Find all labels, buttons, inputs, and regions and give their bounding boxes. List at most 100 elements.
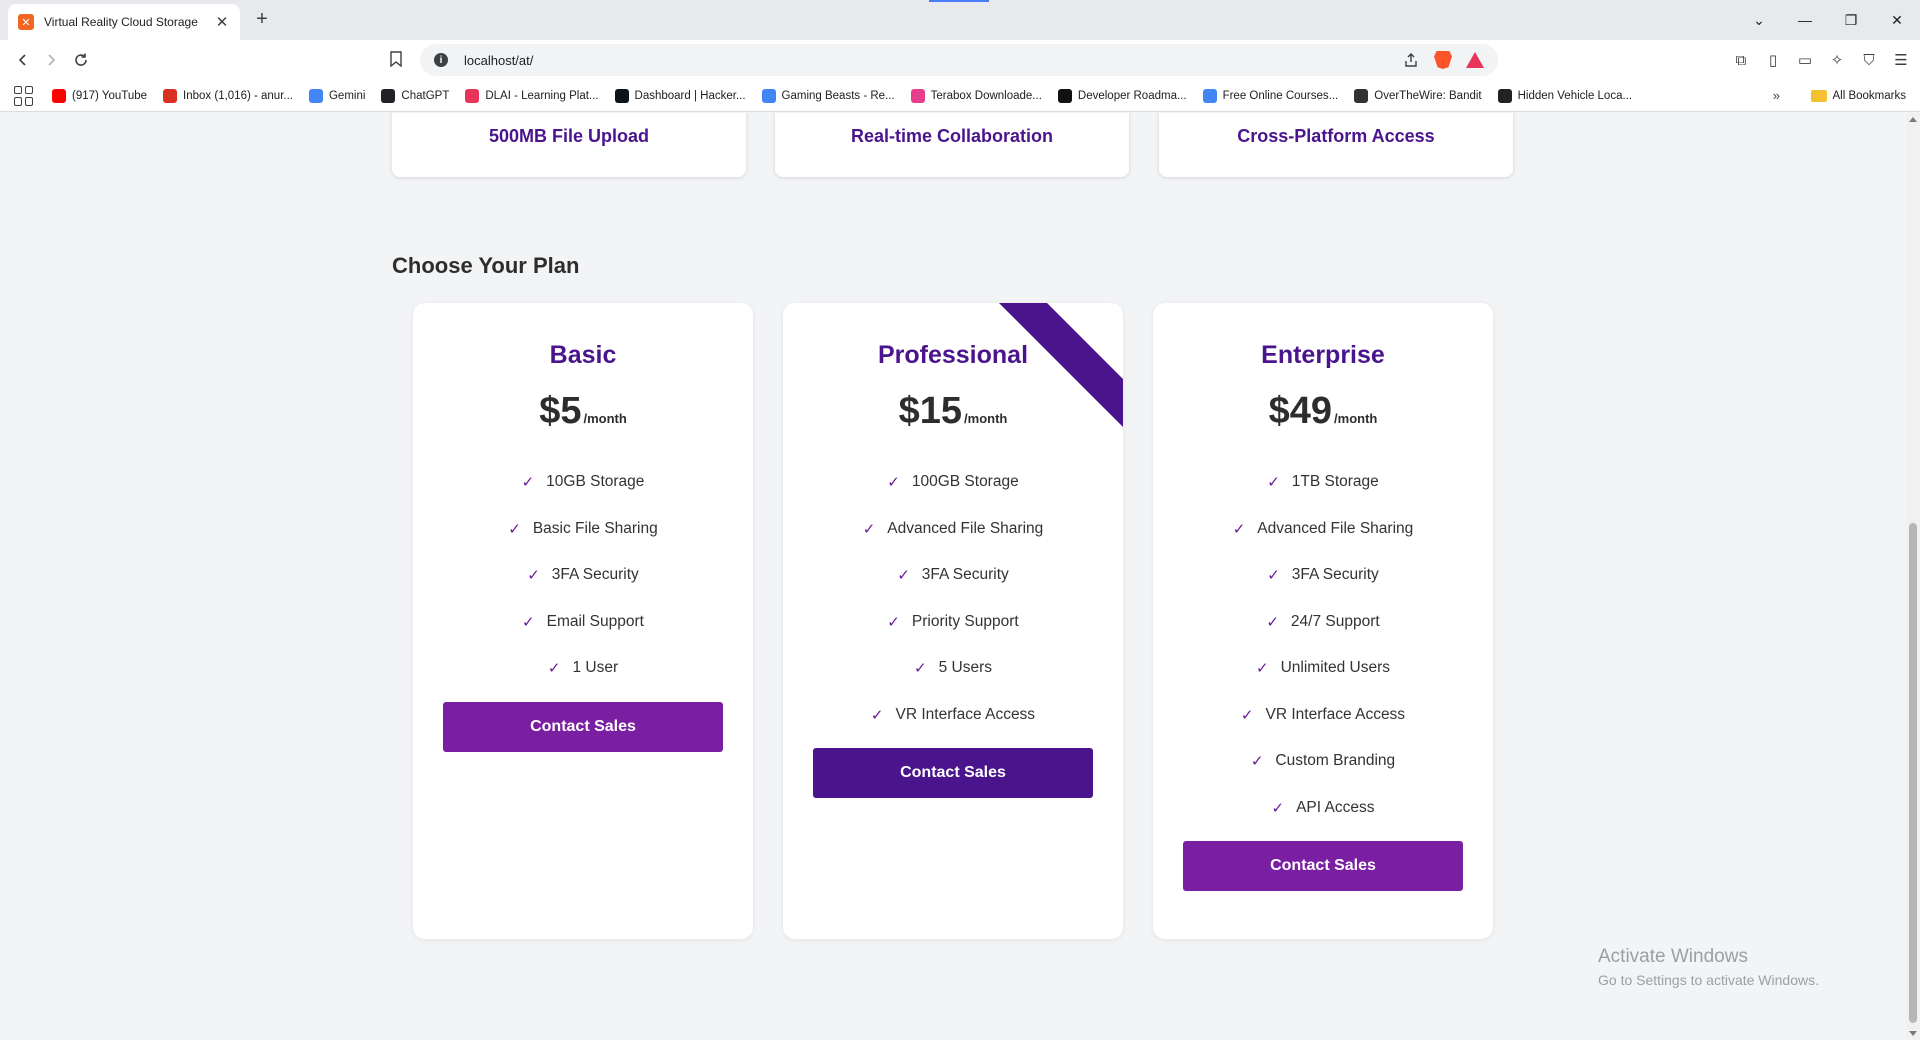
feature-card-cross-platform: Cross-Platform Access	[1159, 113, 1513, 177]
plan-feature-list: ✓ 10GB Storage ✓ Basic File Sharing ✓ 3FA Sec…	[413, 459, 753, 692]
page-scrollbar[interactable]	[1906, 113, 1920, 1040]
plan-feature-text: 24/7 Support	[1290, 612, 1380, 630]
check-icon: ✓	[522, 613, 535, 631]
bookmark-item[interactable]: ChatGPT	[381, 88, 449, 103]
contact-sales-button[interactable]: Contact Sales	[1183, 841, 1463, 891]
check-icon: ✓	[547, 660, 561, 678]
plan-feature-item: ✓ 3FA Security	[1153, 552, 1493, 599]
bookmark-list: (917) YouTube Inbox (1,016) - anur... Gemi…	[52, 88, 1648, 103]
sidebar-icon[interactable]: ▯	[1764, 51, 1782, 69]
bookmark-label: Inbox (1,016) - anur...	[183, 89, 293, 102]
bookmark-label: Free Online Courses...	[1222, 89, 1339, 102]
vpn-shield-icon[interactable]: ⛉	[1860, 51, 1878, 69]
bookmark-item[interactable]: DLAI - Learning Plat...	[465, 88, 599, 103]
plan-feature-text: 3FA Security	[1291, 566, 1379, 584]
plan-card-basic: Basic $5 /month ✓ 10GB Storage ✓ Basic File…	[413, 303, 753, 939]
site-info-icon[interactable]: i	[434, 53, 448, 67]
minimize-button[interactable]: —	[1782, 0, 1828, 40]
bookmark-item[interactable]: Hidden Vehicle Loca...	[1497, 88, 1633, 103]
brave-rewards-icon[interactable]	[1466, 52, 1484, 68]
youtube-icon	[52, 88, 66, 103]
bookmark-page-icon[interactable]	[390, 51, 402, 72]
bookmark-label: Terabox Downloade...	[930, 89, 1042, 102]
plan-feature-item: ✓ VR Interface Access	[1153, 692, 1493, 739]
extension-area: ⧉ ▯ ▭ ✧ ⛉ ☰	[1732, 40, 1910, 80]
wallet-icon[interactable]: ▭	[1796, 51, 1814, 69]
leo-ai-icon[interactable]: ✧	[1828, 51, 1846, 69]
brave-shields-icon[interactable]	[1434, 51, 1452, 69]
gmail-icon	[163, 88, 178, 103]
dlai-icon	[465, 88, 480, 103]
bookmark-item[interactable]: Gemini	[308, 88, 366, 103]
back-arrow-icon[interactable]	[8, 45, 38, 75]
tab-close-icon[interactable]: ✕	[214, 13, 230, 31]
bookmark-label: Hidden Vehicle Loca...	[1517, 89, 1633, 102]
bookmark-item[interactable]: Free Online Courses...	[1202, 88, 1339, 103]
check-icon: ✓	[1256, 660, 1269, 678]
bookmark-label: (917) YouTube	[72, 89, 148, 102]
page-viewport: 500MB File Upload Real-time Collaboratio…	[0, 113, 1906, 1040]
bookmark-label: Gemini	[328, 89, 366, 102]
check-icon: ✓	[897, 567, 910, 585]
scroll-up-arrow-icon[interactable]	[1909, 117, 1917, 122]
bookmark-label: OverTheWire: Bandit	[1374, 89, 1482, 102]
address-bar[interactable]: i localhost/at/	[420, 44, 1498, 76]
tab-search-button[interactable]: ⌄	[1736, 0, 1782, 40]
folder-icon	[1810, 90, 1827, 102]
contact-sales-button[interactable]: Contact Sales	[813, 748, 1093, 798]
plan-feature-text: 100GB Storage	[911, 473, 1019, 491]
plan-feature-item: ✓ Custom Branding	[1153, 738, 1493, 785]
close-window-button[interactable]: ✕	[1874, 0, 1920, 40]
scroll-down-arrow-icon[interactable]	[1909, 1031, 1917, 1036]
plan-name: Basic	[549, 341, 617, 369]
plan-feature-text: 1TB Storage	[1291, 473, 1379, 491]
bookmark-item[interactable]: Inbox (1,016) - anur...	[163, 88, 293, 103]
plan-feature-text: 3FA Security	[551, 566, 639, 584]
check-icon: ✓	[870, 706, 884, 724]
terabox-icon	[910, 88, 925, 103]
feature-card-collaboration: Real-time Collaboration	[775, 113, 1129, 177]
plan-feature-list: ✓ 1TB Storage ✓ Advanced File Sharing ✓ 3FA S…	[1153, 459, 1493, 831]
price-period: /month	[964, 411, 1008, 426]
scrollbar-thumb[interactable]	[1909, 523, 1917, 1023]
bookmark-item[interactable]: (917) YouTube	[52, 88, 148, 103]
menu-icon[interactable]: ☰	[1892, 51, 1910, 69]
plan-feature-text: Advanced File Sharing	[887, 519, 1044, 537]
reload-icon[interactable]	[66, 45, 96, 75]
apps-grid-icon[interactable]	[14, 85, 34, 106]
bookmark-item[interactable]: OverTheWire: Bandit	[1354, 88, 1482, 103]
check-icon: ✓	[862, 520, 876, 538]
new-tab-button[interactable]: +	[250, 8, 274, 31]
plan-feature-text: VR Interface Access	[1265, 705, 1406, 723]
plan-feature-item: ✓ 3FA Security	[783, 552, 1123, 599]
browser-tab[interactable]: ✕ Virtual Reality Cloud Storage ✕	[8, 4, 240, 40]
plan-feature-list: ✓ 100GB Storage ✓ Advanced File Sharing ✓ 3FA…	[783, 459, 1123, 738]
bookmark-label: Dashboard | Hacker...	[634, 89, 746, 102]
share-icon[interactable]	[1402, 51, 1420, 69]
url-text[interactable]: localhost/at/	[464, 53, 1402, 68]
plan-feature-item: ✓ Advanced File Sharing	[783, 506, 1123, 553]
chatgpt-icon	[381, 88, 396, 103]
plan-feature-text: Custom Branding	[1275, 752, 1396, 770]
restore-button[interactable]: ❐	[1828, 0, 1874, 40]
bookmark-item[interactable]: Developer Roadma...	[1057, 88, 1187, 103]
google-icon	[761, 88, 776, 103]
bookmark-label: Developer Roadma...	[1077, 89, 1187, 102]
plan-feature-item: ✓ Advanced File Sharing	[1153, 506, 1493, 553]
check-icon: ✓	[1267, 567, 1280, 585]
all-bookmarks-button[interactable]: All Bookmarks	[1810, 80, 1906, 112]
more-bookmarks-icon[interactable]: »	[1773, 88, 1780, 103]
pricing-section-title: Choose Your Plan	[392, 253, 580, 278]
plan-feature-item: ✓ 10GB Storage	[413, 459, 753, 506]
bookmark-item[interactable]: Dashboard | Hacker...	[614, 88, 746, 103]
price-amount: $5	[539, 390, 582, 432]
contact-sales-button[interactable]: Contact Sales	[443, 701, 723, 752]
forward-arrow-icon[interactable]	[36, 45, 66, 75]
extensions-puzzle-icon[interactable]: ⧉	[1732, 51, 1750, 69]
bookmark-item[interactable]: Terabox Downloade...	[910, 88, 1042, 103]
gemini-icon	[308, 88, 323, 103]
plan-feature-item: ✓ 3FA Security	[413, 552, 753, 599]
check-icon: ✓	[508, 520, 521, 538]
check-icon: ✓	[1250, 753, 1264, 771]
bookmark-item[interactable]: Gaming Beasts - Re...	[761, 88, 895, 103]
